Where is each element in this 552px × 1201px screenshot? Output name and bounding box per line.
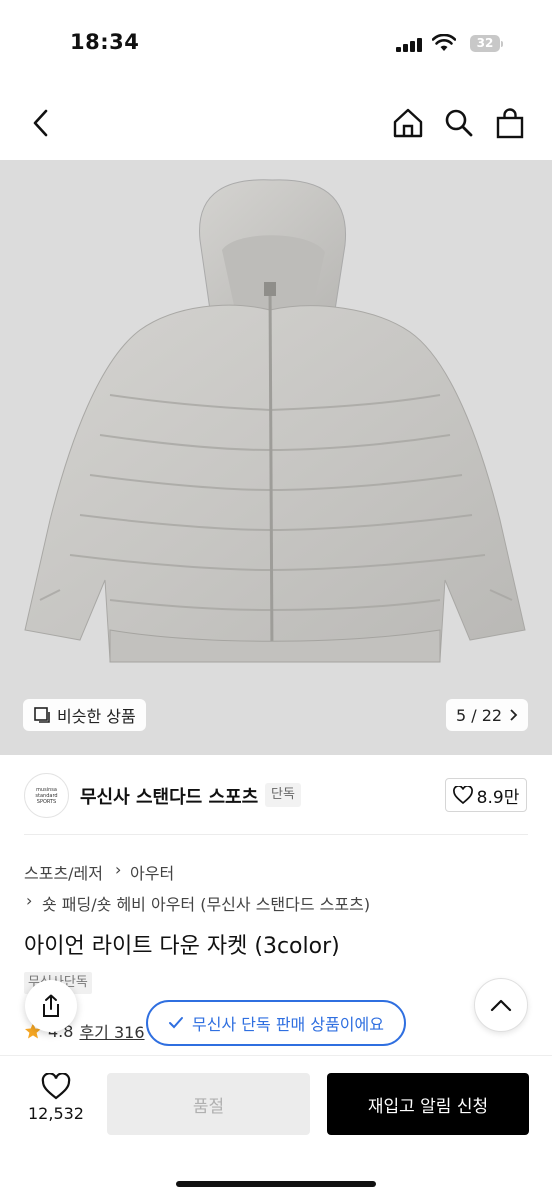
wishlist-count: 12,532 xyxy=(28,1104,84,1123)
image-counter-text: 5 / 22 xyxy=(456,705,503,725)
heart-icon xyxy=(452,786,473,804)
divider xyxy=(24,834,528,835)
share-icon xyxy=(43,994,59,1017)
check-icon xyxy=(169,1017,184,1029)
status-time: 18:34 xyxy=(70,30,140,54)
similar-products-label: 비슷한 상품 xyxy=(57,707,136,726)
brand-logo-line: SPORTS xyxy=(36,798,57,805)
brand-exclusive-badge: 단독 xyxy=(265,783,301,807)
breadcrumb-subcategory[interactable]: 아우터 xyxy=(130,860,174,884)
breadcrumb-category[interactable]: 스포츠/레저 xyxy=(24,860,103,884)
like-count: 8.9만 xyxy=(476,787,520,808)
battery-cap xyxy=(501,41,503,47)
scroll-top-button[interactable] xyxy=(474,978,528,1032)
like-button[interactable]: 8.9만 xyxy=(445,778,527,812)
chevron-left-icon xyxy=(33,109,48,137)
review-link[interactable]: 후기 316 xyxy=(79,1019,144,1043)
shopping-bag-icon xyxy=(496,108,524,139)
similar-items-icon xyxy=(34,707,50,723)
breadcrumb-separator: › xyxy=(26,891,33,910)
home-icon xyxy=(393,108,423,138)
exclusive-toast: 무신사 단독 판매 상품이에요 xyxy=(146,1000,406,1046)
search-icon xyxy=(445,109,473,137)
back-button[interactable] xyxy=(22,105,58,141)
chevron-up-icon xyxy=(490,999,512,1012)
signal-icon xyxy=(396,36,424,52)
search-button[interactable] xyxy=(441,105,477,141)
image-counter[interactable]: 5 / 22 xyxy=(446,699,529,731)
brand-name[interactable]: 무신사 스탠다드 스포츠 xyxy=(80,783,258,809)
share-button[interactable] xyxy=(25,980,77,1032)
chevron-right-icon xyxy=(510,709,518,721)
restock-alert-button[interactable]: 재입고 알림 신청 xyxy=(327,1073,529,1135)
wishlist-button[interactable]: 12,532 xyxy=(22,1073,90,1133)
similar-products-button[interactable]: 비슷한 상품 xyxy=(23,699,146,731)
soldout-button: 품절 xyxy=(107,1073,310,1135)
brand-logo[interactable]: musinsa standard SPORTS xyxy=(24,773,69,818)
heart-icon xyxy=(41,1073,71,1100)
jacket-illustration xyxy=(24,179,526,663)
wifi-icon xyxy=(431,33,457,52)
product-image[interactable]: 비슷한 상품 5 / 22 xyxy=(0,160,552,755)
product-title: 아이언 라이트 다운 자켓 (3color) xyxy=(24,934,340,959)
cart-button[interactable] xyxy=(492,105,528,141)
home-button[interactable] xyxy=(390,105,426,141)
home-indicator xyxy=(176,1181,376,1187)
toast-text: 무신사 단독 판매 상품이에요 xyxy=(192,1015,384,1034)
breadcrumb-separator: › xyxy=(115,860,122,879)
battery-icon: 32 xyxy=(470,35,500,52)
breadcrumb-detail[interactable]: 숏 패딩/숏 헤비 아우터 (무신사 스탠다드 스포츠) xyxy=(42,891,370,915)
